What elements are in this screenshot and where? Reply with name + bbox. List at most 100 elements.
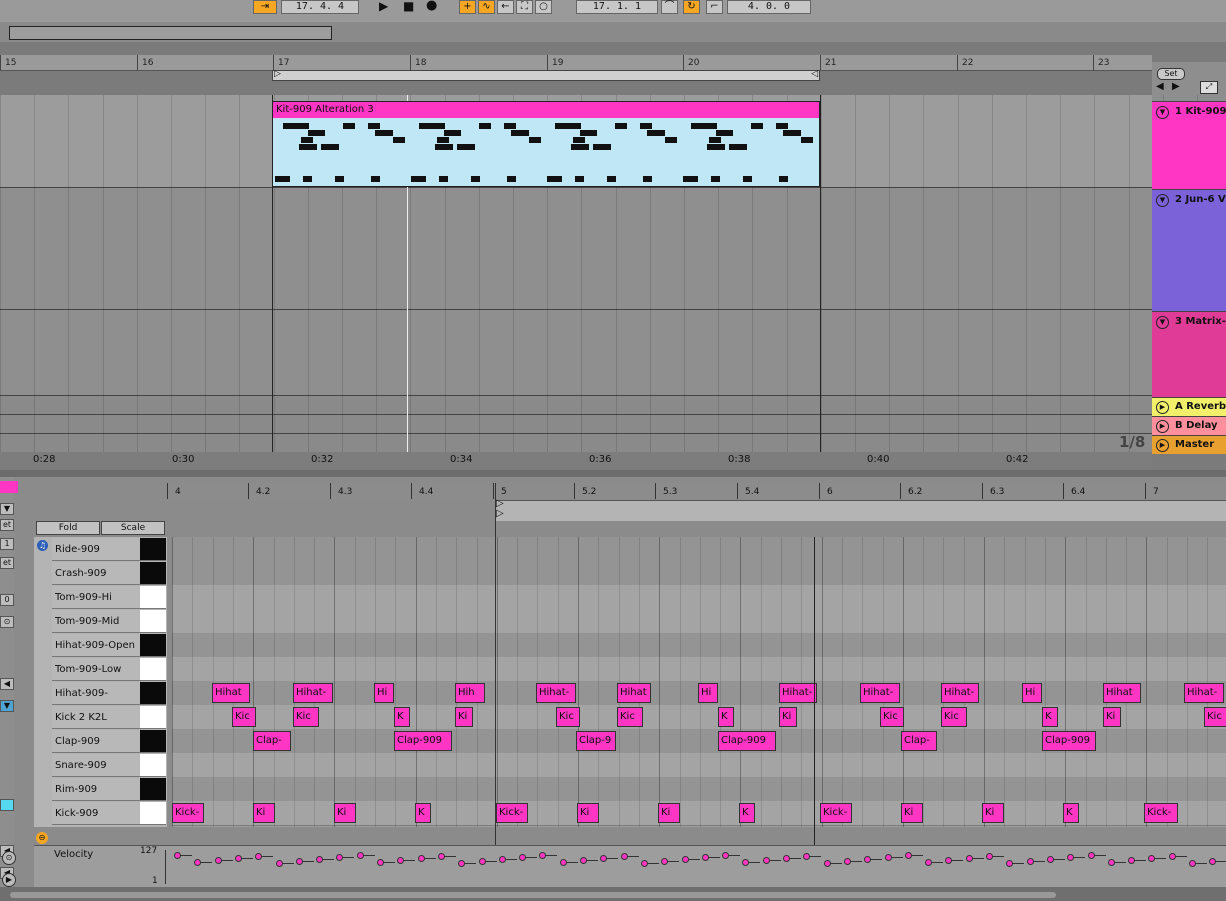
note-row[interactable] <box>172 585 1226 610</box>
clip-prop-button[interactable]: et <box>0 519 14 531</box>
clip-prop-button[interactable]: 0 <box>0 594 14 606</box>
piano-key[interactable] <box>140 706 166 729</box>
loop-end-icon[interactable]: ◁ <box>811 69 818 79</box>
piano-key[interactable] <box>140 610 166 633</box>
piano-key[interactable] <box>140 658 166 681</box>
piano-key[interactable] <box>140 634 166 657</box>
loop-switch-icon[interactable]: ↻ <box>683 0 700 14</box>
automation-arm-icon[interactable]: ∿ <box>478 0 495 14</box>
return-lane-b[interactable] <box>0 415 1152 434</box>
note-row[interactable] <box>172 633 1226 658</box>
track-header-1[interactable]: ▼ 1 Kit-909 A <box>1152 101 1226 189</box>
midi-note[interactable]: Clap- <box>901 731 937 751</box>
note-row[interactable] <box>172 705 1226 730</box>
drum-pad-name[interactable]: Tom-909-Hi <box>52 586 140 609</box>
midi-note[interactable]: Kick- <box>496 803 528 823</box>
note-row[interactable] <box>172 777 1226 802</box>
master-header[interactable]: ▶ Master <box>1152 435 1226 454</box>
midi-note[interactable]: Ki <box>901 803 923 823</box>
midi-note[interactable]: Kic <box>617 707 643 727</box>
expand-icon[interactable]: ⤢ <box>1200 81 1218 94</box>
loop-start-display[interactable]: 17. 1. 1 <box>576 0 658 14</box>
drum-pad-name[interactable]: Crash-909 <box>52 562 140 585</box>
loop-start-icon[interactable]: ▷ <box>274 69 281 79</box>
midi-note[interactable]: Clap-9 <box>576 731 616 751</box>
midi-note[interactable]: Hihat- <box>779 683 817 703</box>
midi-note[interactable]: Hihat <box>212 683 250 703</box>
drum-pad-name[interactable]: Rim-909 <box>52 778 140 801</box>
midi-note[interactable]: Hihat- <box>941 683 979 703</box>
stop-icon[interactable]: ■ <box>403 0 414 13</box>
record-icon[interactable]: ● <box>426 0 437 13</box>
bottom-scroll-area[interactable] <box>0 887 1226 901</box>
clip-title-bar[interactable]: Kit-909 Alteration 3 <box>273 102 819 118</box>
midi-note[interactable]: Hihat <box>1103 683 1141 703</box>
back-to-arrangement-icon[interactable]: ← <box>497 0 514 14</box>
return-header-a[interactable]: ▶ A Reverb <box>1152 397 1226 416</box>
set-button[interactable]: Set <box>1157 68 1185 80</box>
midi-beat-ruler[interactable]: 4 4.2 4.3 4.4 5 5.2 5.3 5.4 6 6.2 6.3 6.4 7 <box>167 483 1226 499</box>
midi-note[interactable]: K <box>1063 803 1079 823</box>
time-ruler[interactable]: 0:28 0:30 0:32 0:34 0:36 0:38 0:40 0:42 <box>0 452 1152 468</box>
midi-note[interactable]: K <box>718 707 734 727</box>
note-editor-grid[interactable]: Hihat Hihat- Hi Hih Hihat- Hihat Hi Hihat- Hihat… <box>172 537 1226 827</box>
clip-prop-button[interactable] <box>0 799 14 811</box>
note-row[interactable] <box>172 561 1226 586</box>
clip-prop-button[interactable]: ▼ <box>0 503 14 515</box>
fold-icon[interactable]: ▶ <box>1156 401 1169 414</box>
piano-key[interactable] <box>140 754 166 777</box>
midi-note[interactable]: Hihat <box>617 683 651 703</box>
midi-note[interactable]: Hi <box>374 683 394 703</box>
midi-note[interactable]: Kick- <box>1144 803 1178 823</box>
track-header-2[interactable]: ▼ 2 Jun-6 V <box>1152 189 1226 311</box>
master-lane[interactable] <box>0 434 1152 453</box>
drum-pad-name[interactable]: Ride-909 <box>52 538 140 561</box>
back-icon[interactable]: ⊖ <box>36 832 48 844</box>
midi-clip[interactable]: Kit-909 Alteration 3 <box>272 101 820 187</box>
overdub-icon[interactable]: + <box>459 0 476 14</box>
fold-icon[interactable]: ▶ <box>1156 420 1169 433</box>
midi-note[interactable]: Hi <box>1022 683 1042 703</box>
midi-note[interactable]: K <box>394 707 410 727</box>
velocity-editor[interactable]: Velocity 127 1 <box>34 845 1226 888</box>
drum-pad-name[interactable]: Hihat-909-Open <box>52 634 140 657</box>
midi-note[interactable]: K <box>415 803 431 823</box>
headphones-icon[interactable]: ♫ <box>37 540 48 551</box>
loop-start-icon[interactable]: ▷ <box>496 508 504 519</box>
fold-icon[interactable]: ▼ <box>1156 316 1169 329</box>
session-record-icon[interactable]: ○ <box>535 0 552 14</box>
track-lane-3[interactable] <box>0 310 1152 396</box>
fold-button[interactable]: Fold <box>36 521 100 535</box>
return-lane-a[interactable] <box>0 396 1152 415</box>
midi-note[interactable]: Ki <box>779 707 797 727</box>
track-header-3[interactable]: ▼ 3 Matrix-1 <box>1152 311 1226 397</box>
loop-brace[interactable]: ▷ ◁ <box>272 69 820 81</box>
fold-icon[interactable]: ▼ <box>1156 194 1169 207</box>
note-row[interactable] <box>172 753 1226 778</box>
midi-note[interactable]: Hi <box>698 683 718 703</box>
piano-key[interactable] <box>140 562 166 585</box>
clip-prop-button[interactable]: et <box>0 557 14 569</box>
drum-pad-name[interactable]: Tom-909-Mid <box>52 610 140 633</box>
piano-key[interactable] <box>140 538 166 561</box>
track-lane-2[interactable] <box>0 188 1152 310</box>
midi-note[interactable]: Ki <box>253 803 275 823</box>
midi-note[interactable]: Kic <box>293 707 319 727</box>
previous-locator-icon[interactable]: ◀ <box>1156 81 1164 92</box>
drum-pad-name[interactable]: Hihat-909-Closed <box>52 682 140 722</box>
midi-note[interactable]: Ki <box>982 803 1004 823</box>
midi-note[interactable]: Clap-909 <box>1042 731 1096 751</box>
horizontal-scrollbar[interactable] <box>10 892 1056 898</box>
piano-key[interactable] <box>140 682 166 705</box>
midi-note[interactable]: Kic <box>1204 707 1226 727</box>
return-header-b[interactable]: ▶ B Delay <box>1152 416 1226 435</box>
note-row[interactable] <box>172 657 1226 682</box>
midi-note[interactable]: Hihat- <box>1184 683 1224 703</box>
piano-key[interactable] <box>140 778 166 801</box>
midi-note[interactable]: Hihat- <box>293 683 333 703</box>
song-position-display[interactable]: 17. 4. 4 <box>281 0 359 14</box>
midi-note[interactable]: Ki <box>577 803 599 823</box>
velocity-fold-icon[interactable]: ⊙ <box>2 851 16 865</box>
follow-icon[interactable]: ⇥ <box>253 0 277 14</box>
drum-pad-name[interactable]: Tom-909-Low <box>52 658 140 681</box>
